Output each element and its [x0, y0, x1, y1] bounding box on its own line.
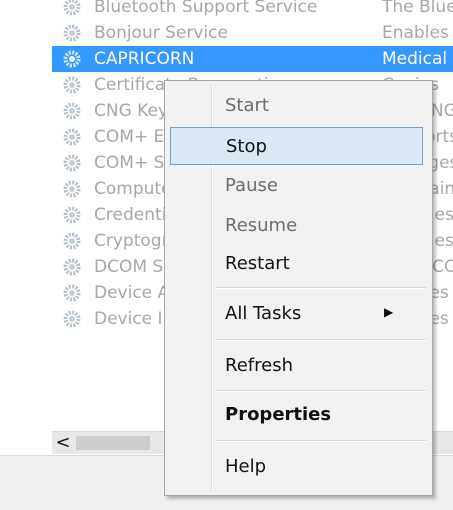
menu-item-label: All Tasks — [225, 303, 302, 324]
menu-item-resume[interactable]: Resume — [170, 207, 423, 245]
service-row-bluetooth-support-service[interactable]: Bluetooth Support Service The Bluetooth — [52, 0, 453, 20]
gear-icon — [62, 283, 82, 303]
gear-icon — [62, 257, 82, 277]
gear-icon — [62, 309, 82, 329]
gear-icon — [62, 127, 82, 147]
gear-icon — [62, 205, 82, 225]
menu-item-stop[interactable]: Stop — [170, 127, 423, 165]
gear-icon — [62, 153, 82, 173]
menu-item-restart[interactable]: Restart — [170, 245, 423, 283]
gear-icon — [62, 179, 82, 199]
service-name: CAPRICORN — [94, 49, 195, 69]
service-name: Bonjour Service — [94, 23, 228, 43]
service-name: Bluetooth Support Service — [94, 0, 318, 17]
menu-item-label: Refresh — [225, 355, 293, 376]
service-description: Enables — [382, 23, 449, 43]
menu-item-label: Stop — [226, 136, 267, 157]
menu-item-properties[interactable]: Properties — [170, 396, 423, 434]
gear-icon — [62, 49, 82, 69]
menu-separator — [216, 339, 426, 341]
menu-separator — [216, 287, 426, 289]
menu-item-pause[interactable]: Pause — [170, 167, 423, 205]
menu-item-label: Start — [225, 95, 269, 116]
services-window: Bluetooth Support Service The Bluetooth … — [0, 0, 453, 510]
menu-item-label: Properties — [225, 404, 332, 425]
menu-separator — [216, 390, 426, 392]
scrollbar-thumb[interactable] — [76, 436, 150, 450]
chevron-left-icon[interactable]: < — [52, 432, 74, 454]
menu-item-all-tasks[interactable]: All Tasks ▶ — [170, 295, 423, 333]
menu-separator — [216, 440, 426, 442]
chevron-right-icon: ▶ — [384, 305, 394, 319]
menu-item-refresh[interactable]: Refresh — [170, 347, 423, 385]
menu-item-label: Help — [225, 456, 267, 477]
gear-icon — [62, 0, 82, 17]
gear-icon — [62, 101, 82, 121]
service-description: Medical — [382, 49, 448, 69]
menu-item-label: Pause — [225, 175, 278, 196]
menu-item-start[interactable]: Start — [170, 87, 423, 125]
service-description: The Bluetooth — [382, 0, 453, 17]
context-menu: Start Stop Pause Resume Restart All Task… — [164, 80, 433, 496]
menu-item-help[interactable]: Help — [170, 448, 423, 486]
menu-item-label: Restart — [225, 253, 290, 274]
service-row-bonjour-service[interactable]: Bonjour Service Enables — [52, 20, 453, 46]
gear-icon — [62, 75, 82, 95]
gear-icon — [62, 23, 82, 43]
service-row-capricorn[interactable]: CAPRICORN Medical — [52, 46, 453, 72]
gear-icon — [62, 231, 82, 251]
menu-item-label: Resume — [225, 215, 298, 236]
